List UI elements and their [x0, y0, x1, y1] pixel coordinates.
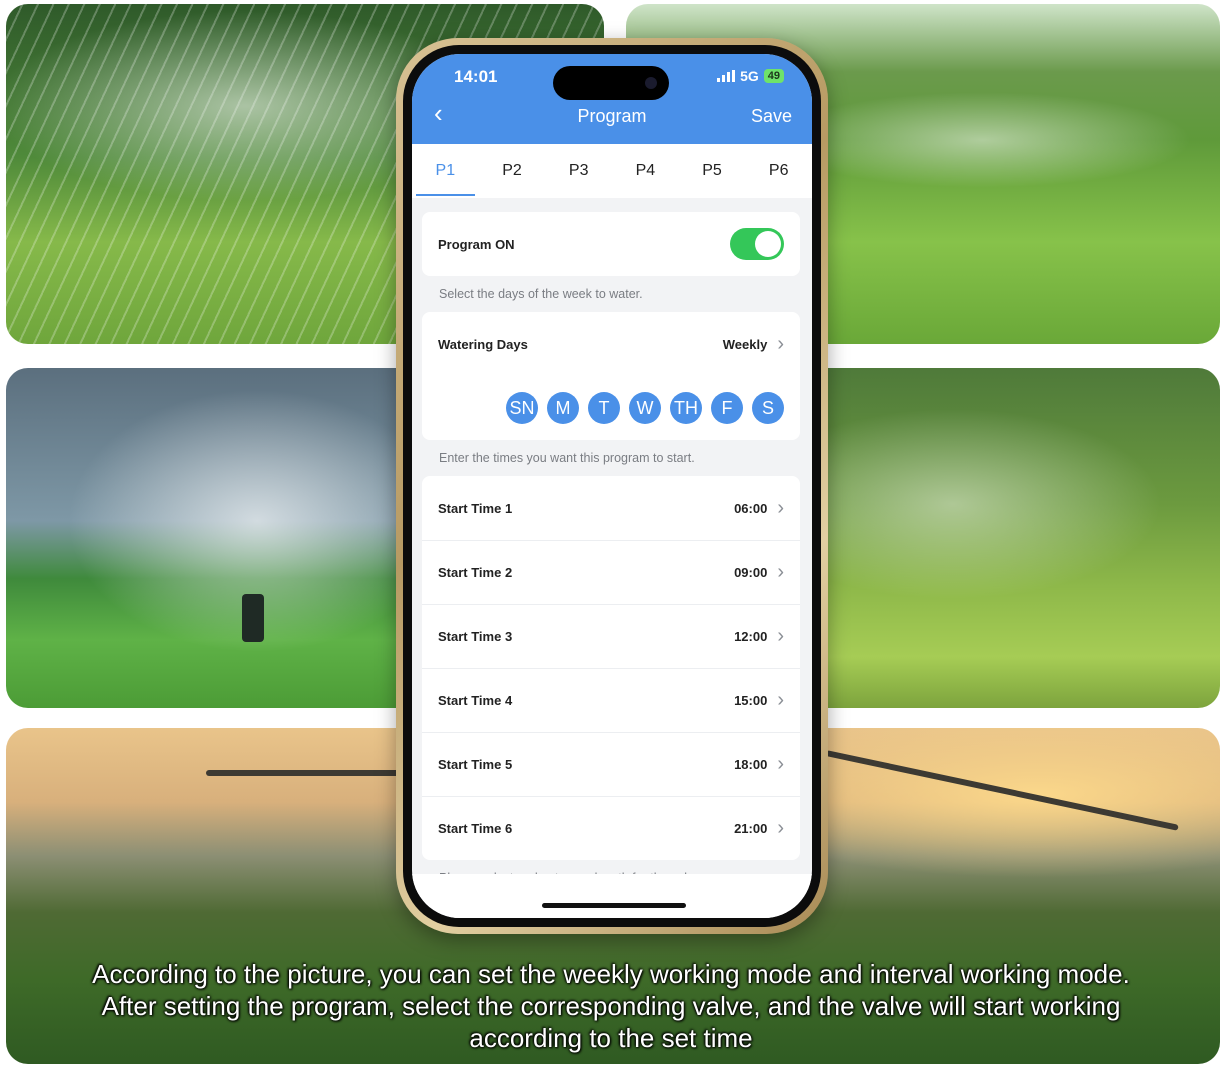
start-time-2-row[interactable]: Start Time 2 09:00 › — [422, 540, 800, 604]
start-time-value: 15:00 — [734, 693, 768, 708]
start-time-6-row[interactable]: Start Time 6 21:00 › — [422, 796, 800, 860]
start-time-value: 09:00 — [734, 565, 768, 580]
network-label: 5G — [740, 68, 759, 84]
day-selector: SN M T W TH F S — [422, 376, 800, 440]
program-on-label: Program ON — [438, 236, 515, 252]
tab-p3[interactable]: P3 — [545, 144, 612, 198]
start-time-value: 21:00 — [734, 821, 768, 836]
camera-icon — [645, 77, 657, 89]
chevron-right-icon: › — [777, 625, 784, 647]
watering-days-label: Watering Days — [438, 336, 528, 352]
start-time-label: Start Time 3 — [438, 629, 513, 644]
start-time-5-row[interactable]: Start Time 5 18:00 › — [422, 732, 800, 796]
tab-p4[interactable]: P4 — [612, 144, 679, 198]
watering-days-card: Watering Days Weekly › SN M T W TH F S — [422, 312, 800, 440]
sprinkler-head-icon — [242, 594, 264, 642]
start-time-label: Start Time 6 — [438, 821, 513, 836]
times-hint: Enter the times you want this program to… — [439, 451, 695, 465]
start-time-value: 18:00 — [734, 757, 768, 772]
start-time-label: Start Time 4 — [438, 693, 513, 708]
bottom-bar — [412, 874, 812, 918]
start-time-label: Start Time 1 — [438, 500, 513, 516]
day-monday[interactable]: M — [547, 392, 579, 424]
watering-days-row[interactable]: Watering Days Weekly › — [422, 312, 800, 376]
tab-p5[interactable]: P5 — [679, 144, 746, 198]
day-friday[interactable]: F — [711, 392, 743, 424]
day-sunday[interactable]: SN — [506, 392, 538, 424]
signal-icon — [717, 70, 736, 82]
phone-mockup: 14:01 5G 49 ‹ Program Save P1 P2 P3 P4 P… — [396, 38, 828, 934]
caption-line-2: After setting the program, select the co… — [101, 991, 1121, 1021]
toggle-knob — [755, 231, 781, 257]
day-wednesday[interactable]: W — [629, 392, 661, 424]
day-saturday[interactable]: S — [752, 392, 784, 424]
phone-screen: 14:01 5G 49 ‹ Program Save P1 P2 P3 P4 P… — [412, 54, 812, 918]
chevron-right-icon: › — [777, 561, 784, 583]
status-time: 14:01 — [454, 67, 498, 86]
tab-p2[interactable]: P2 — [479, 144, 546, 198]
save-button[interactable]: Save — [751, 106, 792, 127]
day-tuesday[interactable]: T — [588, 392, 620, 424]
battery-icon: 49 — [763, 69, 784, 83]
start-time-4-row[interactable]: Start Time 4 15:00 › — [422, 668, 800, 732]
start-times-card: Start Time 1 06:00 › Start Time 2 09:00 … — [422, 476, 800, 860]
program-on-toggle[interactable] — [730, 228, 784, 260]
start-time-label: Start Time 2 — [438, 565, 513, 580]
chevron-right-icon: › — [777, 753, 784, 775]
dynamic-island — [553, 66, 669, 100]
chevron-right-icon: › — [777, 496, 784, 519]
phone-bezel: 14:01 5G 49 ‹ Program Save P1 P2 P3 P4 P… — [403, 45, 821, 927]
day-thursday[interactable]: TH — [670, 392, 702, 424]
start-time-3-row[interactable]: Start Time 3 12:00 › — [422, 604, 800, 668]
start-time-1-row[interactable]: Start Time 1 06:00 › — [422, 476, 800, 540]
status-indicators: 5G 49 — [717, 68, 784, 84]
start-time-label: Start Time 5 — [438, 757, 513, 772]
chevron-right-icon: › — [777, 689, 784, 711]
chevron-right-icon: › — [777, 817, 784, 839]
chevron-right-icon: › — [777, 332, 784, 355]
start-time-value: 12:00 — [734, 629, 768, 644]
caption: According to the picture, you can set th… — [20, 958, 1202, 1054]
program-settings: Program ON Select the days of the week t… — [422, 212, 800, 896]
caption-line-3: according to the set time — [469, 1023, 753, 1053]
tab-p1[interactable]: P1 — [412, 144, 479, 198]
program-on-card: Program ON — [422, 212, 800, 276]
days-hint: Select the days of the week to water. — [439, 287, 643, 301]
start-time-value: 06:00 — [734, 500, 768, 516]
caption-line-1: According to the picture, you can set th… — [92, 959, 1130, 989]
pivot-frame-right-icon — [825, 750, 1179, 831]
program-tabs: P1 P2 P3 P4 P5 P6 — [412, 144, 812, 198]
watering-days-value: Weekly — [722, 336, 768, 352]
program-on-row: Program ON — [422, 212, 800, 276]
home-indicator[interactable] — [542, 903, 686, 908]
tab-p6[interactable]: P6 — [745, 144, 812, 198]
